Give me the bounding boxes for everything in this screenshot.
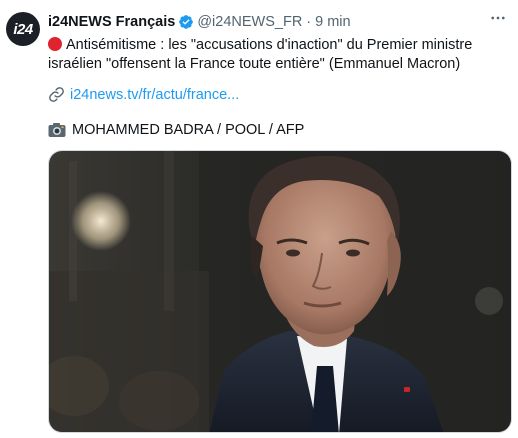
red-circle-icon	[48, 37, 62, 51]
tweet-link[interactable]: i24news.tv/fr/actu/france...	[48, 86, 239, 103]
separator-dot: ·	[306, 14, 312, 30]
photo-credit: MOHAMMED BADRA / POOL / AFP	[48, 122, 304, 138]
tweet[interactable]: i24 i24NEWS Français @i24NEWS_FR · 9 min…	[0, 0, 518, 438]
tweet-text: Antisémitisme : les "accusations d'inact…	[48, 36, 503, 74]
tweet-text-content: Antisémitisme : les "accusations d'inact…	[48, 37, 473, 72]
verified-badge-icon	[179, 15, 194, 29]
macron-portrait-photo	[49, 151, 511, 432]
link-url[interactable]: i24news.tv/fr/actu/france...	[70, 87, 239, 103]
timestamp[interactable]: 9 min	[315, 14, 350, 30]
more-options-icon[interactable]	[488, 8, 508, 28]
avatar[interactable]: i24	[6, 12, 40, 46]
photo-credit-text: MOHAMMED BADRA / POOL / AFP	[72, 122, 305, 138]
tweet-header: i24NEWS Français @i24NEWS_FR · 9 min	[48, 12, 508, 32]
author-handle[interactable]: @i24NEWS_FR	[197, 14, 302, 30]
tweet-media-image[interactable]	[48, 150, 512, 433]
author-name[interactable]: i24NEWS Français	[48, 14, 175, 30]
camera-icon	[48, 123, 66, 137]
link-icon	[49, 87, 64, 102]
avatar-logo: i24	[13, 20, 33, 38]
